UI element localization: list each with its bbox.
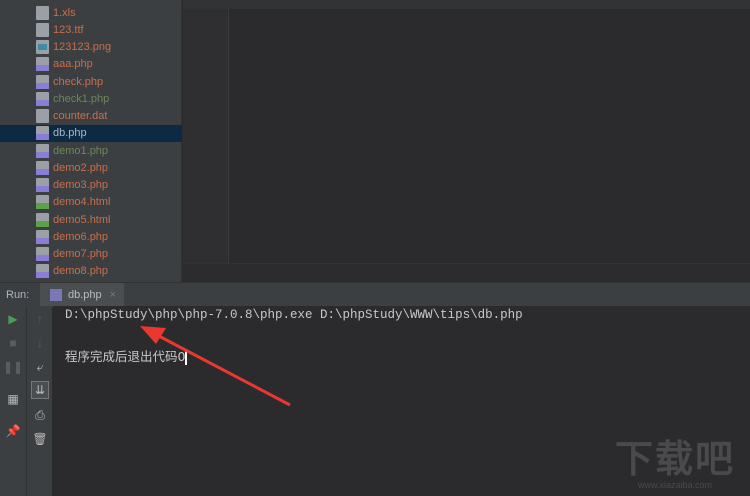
red-annotation-arrow: [140, 326, 291, 407]
watermark-logo: 下载吧: [615, 439, 736, 481]
watermark: 下载吧 www.xiazaiba.com: [615, 440, 735, 490]
watermark-url: www.xiazaiba.com: [637, 480, 713, 490]
